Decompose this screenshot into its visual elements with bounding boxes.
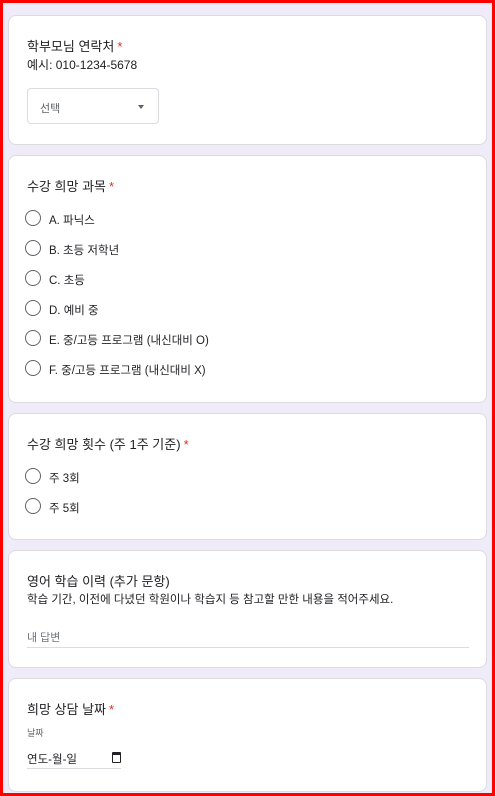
question-card-parent-contact: 학부모님 연락처 * 예시: 010-1234-5678 선택 [8, 15, 487, 145]
question-description: 예시: 010-1234-5678 [27, 58, 138, 72]
question-title: 학부모님 연락처 * [27, 36, 122, 55]
question-title-text: 희망 상담 날짜 [27, 702, 106, 717]
date-input[interactable]: 연도-월-일 [27, 748, 121, 769]
question-title-text: 영어 학습 이력 (추가 문항) [27, 574, 170, 589]
radio-circle-icon[interactable] [25, 330, 41, 346]
radio-option-label: F. 중/고등 프로그램 (내신대비 X) [49, 365, 206, 377]
radio-circle-icon[interactable] [25, 240, 41, 256]
required-asterisk: * [183, 437, 189, 452]
required-asterisk: * [108, 702, 115, 717]
question-title-text: 수강 희망 과목 [27, 179, 106, 194]
contact-select-dropdown[interactable]: 선택 [27, 88, 159, 124]
question-card-course-subject: 수강 희망 과목 * A. 파닉스 B. 초등 저학년 C. 초등 D. 예비 중… [8, 155, 487, 403]
question-card-learning-history: 영어 학습 이력 (추가 문항) 학습 기간, 이전에 다녔던 학원이나 학습지… [8, 550, 487, 668]
radio-circle-icon[interactable] [25, 498, 41, 514]
radio-circle-icon[interactable] [25, 210, 41, 226]
radio-circle-icon[interactable] [25, 360, 41, 376]
date-field-label: 날짜 [27, 728, 44, 738]
question-card-consult-date: 희망 상담 날짜 * 날짜 연도-월-일 [8, 678, 487, 792]
question-title-text: 학부모님 연락처 [27, 39, 115, 54]
answer-text-input[interactable]: 내 답변 [27, 625, 469, 648]
select-value: 선택 [40, 103, 61, 115]
question-title-text: 수강 희망 횟수 (주 1주 기준) [27, 437, 181, 452]
calendar-icon[interactable] [112, 752, 121, 763]
radio-option-label: 주 3회 [49, 473, 80, 485]
question-title: 수강 희망 과목 * [27, 176, 114, 195]
question-card-frequency: 수강 희망 횟수 (주 1주 기준) * 주 3회 주 5회 [8, 413, 487, 540]
question-description: 학습 기간, 이전에 다녔던 학원이나 학습지 등 참고할 만한 내용을 적어주… [27, 594, 394, 606]
radio-option-label: B. 초등 저학년 [49, 245, 120, 257]
question-title: 영어 학습 이력 (추가 문항) [27, 571, 170, 590]
date-placeholder: 연도-월-일 [27, 754, 77, 766]
chevron-down-icon [138, 105, 144, 109]
answer-placeholder: 내 답변 [27, 632, 61, 644]
question-title: 희망 상담 날짜 * [27, 699, 114, 718]
radio-option-label: D. 예비 중 [49, 305, 99, 317]
radio-option-label: A. 파닉스 [49, 215, 95, 227]
radio-option-label: C. 초등 [49, 275, 85, 287]
radio-circle-icon[interactable] [25, 468, 41, 484]
question-title: 수강 희망 횟수 (주 1주 기준) * [27, 434, 189, 453]
radio-circle-icon[interactable] [25, 300, 41, 316]
required-asterisk: * [117, 39, 123, 54]
radio-option-label: E. 중/고등 프로그램 (내신대비 O) [49, 335, 209, 347]
radio-option-label: 주 5회 [49, 503, 80, 515]
radio-circle-icon[interactable] [25, 270, 41, 286]
required-asterisk: * [108, 179, 115, 194]
